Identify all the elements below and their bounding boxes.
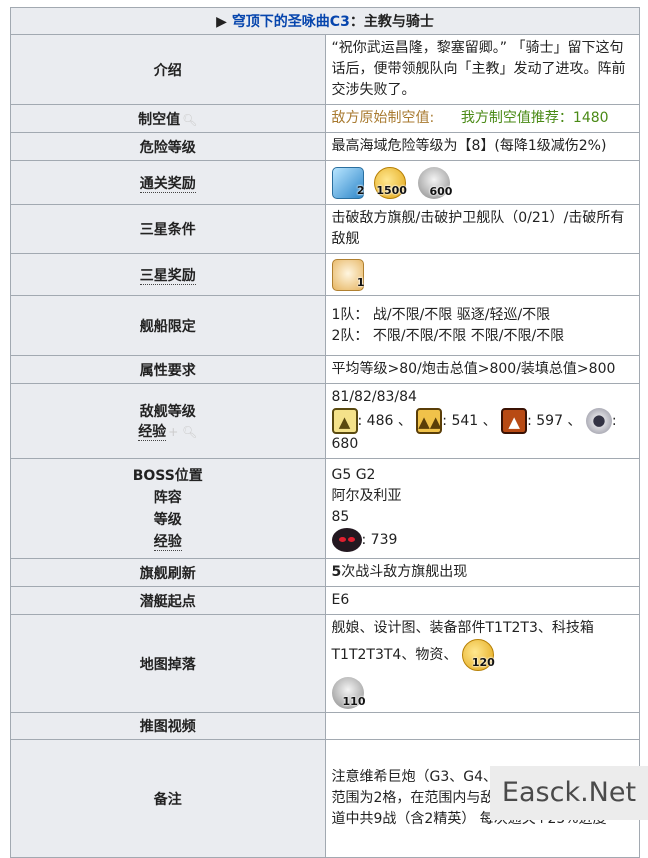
enemy-exp-list: ▲: 486 、 ▲▲: 541 、 ▲: 597 、 ●: 680 bbox=[331, 408, 634, 455]
page: ▶ 穹顶下的圣咏曲C3：主教与骑士 介绍 “祝你武运昌隆，黎塞留卿。” 「骑士」… bbox=[0, 0, 648, 858]
oil-icon[interactable]: 110 bbox=[331, 677, 366, 709]
reward-items: 2 1500 600 bbox=[324, 160, 640, 205]
boss-lineup: 阿尔及利亚 bbox=[331, 488, 402, 504]
label-enemy: 敌舰等级 经验 + 🔍︎ bbox=[10, 383, 326, 459]
row-drop: 地图掉落 舰娘、设计图、装备部件T1T2T3、科技箱T1T2T3T4、物资、 1… bbox=[10, 614, 640, 713]
coin-icon[interactable]: 120 bbox=[461, 639, 495, 671]
row-danger: 危险等级 最高海域危险等级为【8】(每降1级减伤2%) bbox=[10, 132, 640, 161]
row-reward: 通关奖励 2 1500 600 bbox=[10, 160, 640, 205]
table-header-row: ▶ 穹顶下的圣咏曲C3：主教与骑士 bbox=[10, 7, 640, 35]
search-icon[interactable]: + 🔍︎ bbox=[168, 425, 197, 439]
medium-fleet-icon: ▲▲ bbox=[416, 408, 443, 434]
limit-fleet-2: 2队： 不限/不限/不限 不限/不限/不限 bbox=[331, 327, 565, 344]
label-drop: 地图掉落 bbox=[10, 614, 326, 713]
star-reward-item: 1 bbox=[324, 253, 640, 296]
label-intro: 介绍 bbox=[10, 34, 326, 105]
small-fleet-icon: ▲ bbox=[331, 408, 358, 434]
intro-text: “祝你武运昌隆，黎塞留卿。” 「骑士」留下这句话后，便带领舰队向「主教」发动了进… bbox=[324, 34, 640, 105]
limit-text: 1队： 战/不限/不限 驱逐/轻巡/不限 2队： 不限/不限/不限 不限/不限/… bbox=[324, 295, 640, 356]
large-fleet-icon: ▲ bbox=[501, 408, 528, 434]
label-limit: 舰船限定 bbox=[10, 295, 326, 356]
stage-title-link[interactable]: 穹顶下的圣咏曲C3 bbox=[232, 14, 350, 30]
label-attr: 属性要求 bbox=[10, 355, 326, 384]
boss-info: G5 G2 阿尔及利亚 85 : 739 bbox=[324, 458, 640, 559]
limit-fleet-1: 1队： 战/不限/不限 驱逐/轻巡/不限 bbox=[331, 306, 551, 323]
boss-exp: : 739 bbox=[331, 528, 634, 552]
stage-info-table: ▶ 穹顶下的圣咏曲C3：主教与骑士 介绍 “祝你武运昌隆，黎塞留卿。” 「骑士」… bbox=[10, 7, 640, 858]
row-limit: 舰船限定 1队： 战/不限/不限 驱逐/轻巡/不限 2队： 不限/不限/不限 不… bbox=[10, 295, 640, 356]
label-video: 推图视频 bbox=[10, 712, 326, 740]
flag-text: 5次战斗敌方旗舰出现 bbox=[324, 558, 640, 587]
stars-text: 击破敌方旗舰/击破护卫舰队（0/21）/击破所有敌舰 bbox=[324, 204, 640, 254]
danger-text: 最高海域危险等级为【8】(每降1级减伤2%) bbox=[324, 132, 640, 161]
search-icon[interactable]: 🔍︎ bbox=[182, 113, 197, 127]
air-value: 敌方原始制空值: 我方制空值推荐：1480 bbox=[324, 104, 640, 133]
arrow-icon: ▶ bbox=[216, 14, 227, 30]
enemy-air-value: 敌方原始制空值: bbox=[331, 110, 435, 126]
row-enemy: 敌舰等级 经验 + 🔍︎ 81/82/83/84 ▲: 486 、 ▲▲: 541… bbox=[10, 383, 640, 459]
boss-level: 85 bbox=[331, 509, 350, 525]
label-boss: BOSS位置 阵容 等级 经验 bbox=[10, 458, 326, 559]
row-star-reward: 三星奖励 1 bbox=[10, 253, 640, 296]
enemy-levels: 81/82/83/84 bbox=[331, 389, 417, 405]
label-danger: 危险等级 bbox=[10, 132, 326, 161]
label-stars: 三星条件 bbox=[10, 204, 326, 254]
sub-text: E6 bbox=[324, 586, 640, 615]
row-sub: 潜艇起点 E6 bbox=[10, 586, 640, 615]
label-note: 备注 bbox=[10, 739, 326, 858]
siren-icon: ● bbox=[585, 408, 612, 434]
table-title: ▶ 穹顶下的圣咏曲C3：主教与骑士 bbox=[10, 7, 640, 35]
label-air: 制空值 🔍︎ bbox=[10, 104, 326, 133]
row-video: 推图视频 bbox=[10, 712, 640, 740]
boss-icon bbox=[331, 528, 362, 552]
oil-icon[interactable]: 600 bbox=[418, 166, 452, 199]
row-boss: BOSS位置 阵容 等级 经验 G5 G2 阿尔及利亚 85 : 739 bbox=[10, 458, 640, 559]
drop-info: 舰娘、设计图、装备部件T1T2T3、科技箱T1T2T3T4、物资、 120 11… bbox=[324, 614, 640, 713]
row-intro: 介绍 “祝你武运昌隆，黎塞留卿。” 「骑士」留下这句话后，便带领舰队向「主教」发… bbox=[10, 34, 640, 105]
video-text bbox=[324, 712, 640, 740]
label-star-reward: 三星奖励 bbox=[10, 253, 326, 296]
row-flag: 旗舰刷新 5次战斗敌方旗舰出现 bbox=[10, 558, 640, 587]
label-reward: 通关奖励 bbox=[10, 160, 326, 205]
row-attr: 属性要求 平均等级>80/炮击总值>800/装填总值>800 bbox=[10, 355, 640, 384]
label-flag: 旗舰刷新 bbox=[10, 558, 326, 587]
watermark-logo: Easck.Net bbox=[490, 766, 648, 820]
row-air: 制空值 🔍︎ 敌方原始制空值: 我方制空值推荐：1480 bbox=[10, 104, 640, 133]
recommended-air-value: 我方制空值推荐：1480 bbox=[460, 110, 609, 126]
row-stars: 三星条件 击破敌方旗舰/击破护卫舰队（0/21）/击破所有敌舰 bbox=[10, 204, 640, 254]
coin-icon[interactable]: 1500 bbox=[373, 166, 407, 199]
stage-title-rest: ：主教与骑士 bbox=[349, 14, 434, 30]
enemy-info: 81/82/83/84 ▲: 486 、 ▲▲: 541 、 ▲: 597 、 … bbox=[324, 383, 640, 459]
attr-text: 平均等级>80/炮击总值>800/装填总值>800 bbox=[324, 355, 640, 384]
cat-box-icon[interactable]: 1 bbox=[331, 258, 365, 291]
boss-position: G5 G2 bbox=[331, 467, 376, 483]
cube-icon[interactable]: 2 bbox=[331, 166, 365, 199]
label-sub: 潜艇起点 bbox=[10, 586, 326, 615]
